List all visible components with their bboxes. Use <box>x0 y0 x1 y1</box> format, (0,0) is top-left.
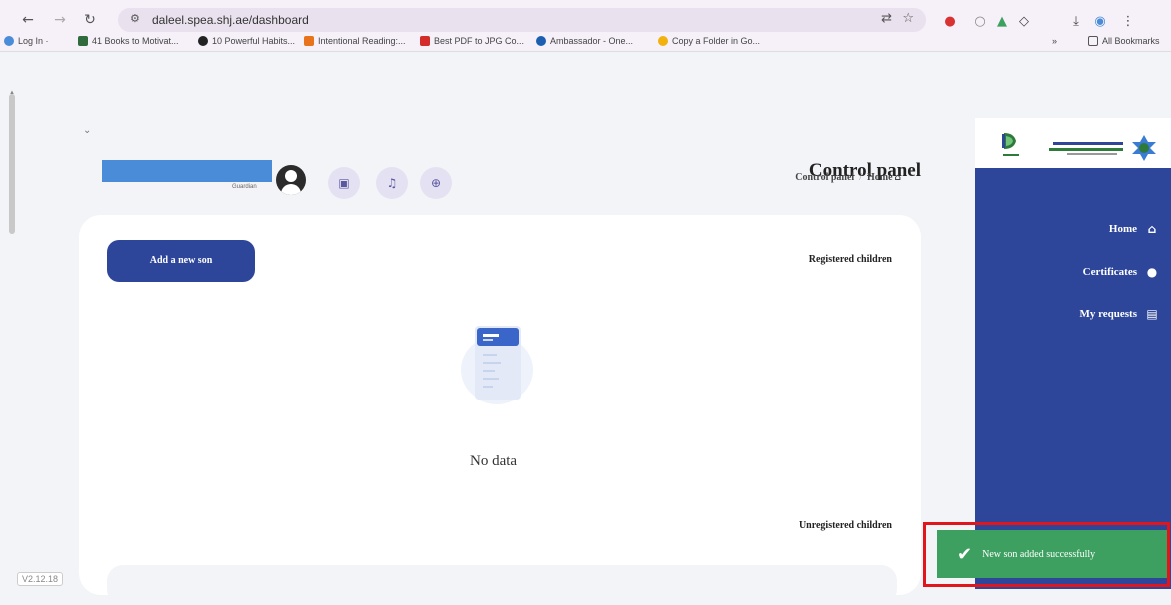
spea-logo-emblem <box>1132 135 1156 161</box>
check-icon: ✔ <box>957 543 973 565</box>
user-role: Guardian <box>232 184 257 190</box>
bookmark-item[interactable]: 41 Books to Motivat... <box>78 36 179 46</box>
profile-icon[interactable]: ◉ <box>1092 14 1108 30</box>
avatar-head <box>285 170 297 182</box>
extensions-puzzle-icon[interactable]: ◇ <box>1016 14 1032 30</box>
sidebar-item-my-requests[interactable]: My requests ▤ <box>1079 307 1159 321</box>
empty-state-illustration <box>461 326 533 404</box>
bookmark-item[interactable]: Intentional Reading:... <box>304 36 406 46</box>
bookmark-item[interactable]: Ambassador - One... <box>536 36 633 46</box>
messages-icon[interactable]: ▣ <box>328 167 360 199</box>
home-icon: ⌂ <box>894 173 901 183</box>
add-new-son-button[interactable]: Add a new son <box>107 240 255 282</box>
address-bar[interactable]: ⚙ daleel.spea.shj.ae/dashboard ⇄ ☆ <box>118 8 926 32</box>
avatar[interactable] <box>276 165 306 195</box>
bookmark-item[interactable]: Copy a Folder in Go... <box>658 36 760 46</box>
sidebar-item-label: My requests <box>1079 308 1137 320</box>
bookmarks-more-button[interactable]: » <box>1052 36 1057 46</box>
bookmark-item[interactable]: 10 Powerful Habits... <box>198 36 295 46</box>
toast-message: New son added successfully <box>982 548 1096 560</box>
home-icon: ⌂ <box>1147 222 1157 236</box>
chevron-down-icon[interactable]: ⌄ <box>83 125 91 136</box>
bookmark-item[interactable]: Log In · <box>4 36 49 46</box>
success-toast[interactable]: ✔ New son added successfully <box>937 530 1167 578</box>
daleel-logo-icon <box>1002 133 1016 149</box>
daleel-logo-caption-graphic <box>1003 152 1019 160</box>
language-globe-icon[interactable]: ⊕ <box>420 167 452 199</box>
page-scrollbar[interactable] <box>9 94 15 234</box>
user-name-redacted[interactable] <box>102 160 272 182</box>
notification-bell-icon[interactable]: ♫ <box>376 167 408 199</box>
forward-arrow-icon[interactable]: → <box>50 10 70 30</box>
requests-icon: ▤ <box>1146 307 1158 321</box>
unregistered-children-panel <box>107 565 897 605</box>
breadcrumb: Control panel / Home ⌂ <box>795 172 901 183</box>
back-arrow-icon[interactable]: ← <box>18 10 38 30</box>
browser-menu-icon[interactable]: ⋮ <box>1120 14 1136 30</box>
extension-drive-icon[interactable]: ▲ <box>994 14 1010 30</box>
empty-state-text: No data <box>470 453 518 469</box>
extension-shield-icon[interactable]: ● <box>942 14 958 30</box>
sidebar-item-label: Home <box>1108 223 1137 235</box>
breadcrumb-item[interactable]: Control panel <box>795 172 854 183</box>
sidebar-item-label: Certificates <box>1082 266 1137 278</box>
bookmark-item[interactable]: Best PDF to JPG Co... <box>420 36 524 46</box>
browser-chrome: ← → ↻ ⚙ daleel.spea.shj.ae/dashboard ⇄ ☆… <box>0 0 1171 52</box>
avatar-body <box>281 184 301 195</box>
sidebar-item-certificates[interactable]: Certificates ● <box>1083 265 1159 279</box>
site-settings-icon[interactable]: ⚙ <box>130 12 140 25</box>
translate-icon[interactable]: ⇄ <box>881 11 892 26</box>
breadcrumb-item[interactable]: Home <box>867 172 893 183</box>
download-icon[interactable]: ⤓ <box>1068 14 1084 30</box>
breadcrumb-separator: / <box>859 172 862 183</box>
circle-icon: ● <box>1146 265 1158 279</box>
all-bookmarks-button[interactable]: All Bookmarks <box>1088 36 1160 46</box>
address-row: ← → ↻ ⚙ daleel.spea.shj.ae/dashboard ⇄ ☆… <box>0 6 1171 34</box>
version-label: V2.12.18 <box>17 572 64 586</box>
bookmarks-bar: Log In · 41 Books to Motivat... 10 Power… <box>0 34 1171 52</box>
spea-logo-wordmark <box>1049 142 1123 155</box>
sidebar-item-home[interactable]: Home ⌂ <box>1109 222 1159 236</box>
bookmark-star-icon[interactable]: ☆ <box>902 11 914 26</box>
registered-children-title: Registered children <box>808 254 892 265</box>
url-text[interactable]: daleel.spea.shj.ae/dashboard <box>152 13 309 27</box>
reload-icon[interactable]: ↻ <box>80 10 100 30</box>
extension-ring-icon[interactable]: ○ <box>972 14 988 30</box>
unregistered-children-title: Unregistered children <box>798 520 892 531</box>
